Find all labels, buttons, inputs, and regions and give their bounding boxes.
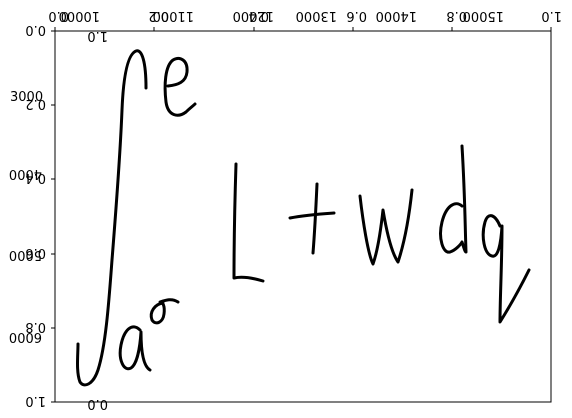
left-label-b1: 4000 xyxy=(9,166,42,181)
bottom-label-0: 0.0 xyxy=(87,396,108,411)
figure-canvas: 0.0 0.2 0.4 0.6 0.8 1.0 10000 11000 1200… xyxy=(9,8,562,411)
integral-stroke xyxy=(76,49,148,387)
top-label-b5: 15000 xyxy=(463,8,504,23)
plus-vertical xyxy=(311,182,319,255)
top-axis-labels: 0.0 0.2 0.4 0.6 0.8 1.0 10000 11000 1200… xyxy=(48,8,562,23)
letter-w xyxy=(358,188,414,266)
letter-d xyxy=(439,144,468,254)
letter-q xyxy=(481,214,531,324)
top-label-b1: 11000 xyxy=(153,8,194,23)
left-label-b3: 6000 xyxy=(9,329,42,344)
bottom-label-1: 1.0 xyxy=(87,28,108,43)
letter-L xyxy=(232,162,265,283)
left-ticks xyxy=(51,30,55,403)
top-label-b2: 12000 xyxy=(233,8,274,23)
left-axis-labels: 0.0 0.2 0.4 0.6 0.8 1.0 3000 4000 5000 6… xyxy=(9,22,46,408)
left-label-0: 0.0 xyxy=(25,22,46,37)
top-label-b3: 13000 xyxy=(296,8,337,23)
left-label-b2: 5000 xyxy=(9,247,42,262)
top-label-b4: 14000 xyxy=(376,8,417,23)
lower-limit-a xyxy=(118,325,152,372)
left-label-b0: 3000 xyxy=(10,90,43,105)
lower-limit-o xyxy=(149,298,180,325)
top-ticks xyxy=(54,27,552,31)
handwritten-expression xyxy=(76,49,531,387)
top-label-5: 1.0 xyxy=(541,8,562,23)
top-label-b0: 10000 xyxy=(59,8,100,23)
plus-horizontal xyxy=(288,211,336,220)
left-label-5: 1.0 xyxy=(25,393,46,408)
top-label-3: 0.6 xyxy=(346,8,367,23)
bottom-axis-labels: 0.0 1.0 xyxy=(87,28,108,411)
upper-limit-e xyxy=(163,57,197,117)
